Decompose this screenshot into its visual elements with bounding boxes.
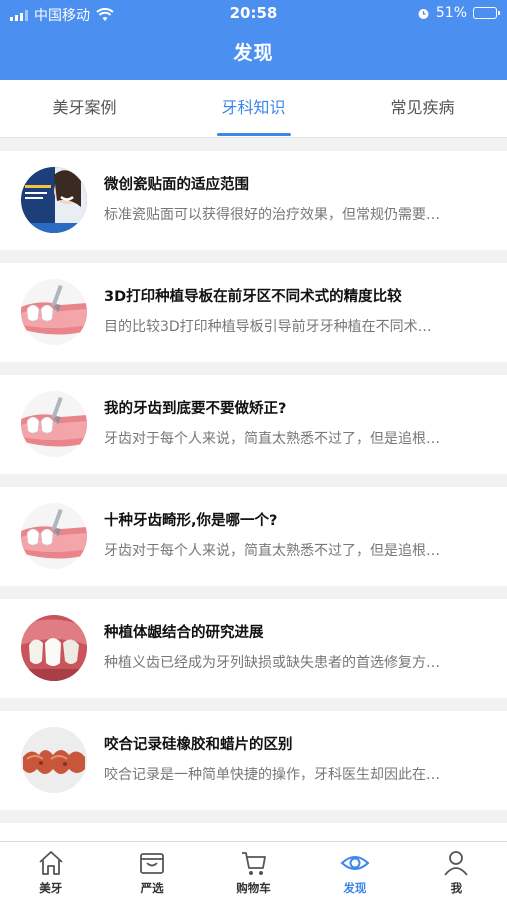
- article-summary: 标准瓷贴面可以获得很好的治疗效果，但常规仍需要…: [104, 207, 440, 223]
- battery-percent: 51%: [435, 5, 467, 21]
- tabbar-label: 美牙: [39, 881, 63, 895]
- article-title: 种植体龈结合的研究进展: [104, 625, 264, 641]
- article-card[interactable]: 种植体龈结合的研究进展 种植义齿已经成为牙列缺损或缺失患者的首选修复方…: [0, 599, 507, 698]
- active-tab-indicator: [216, 133, 291, 136]
- user-icon: [444, 851, 469, 876]
- article-title: 微创瓷贴面的适应范围: [104, 177, 249, 193]
- tabbar-label: 发现: [343, 881, 367, 895]
- cart-icon: [241, 852, 266, 875]
- app-header: 中国移动 20:58 51% 发现: [0, 0, 507, 80]
- teeth-gum-photo: [21, 615, 87, 681]
- tabbar-item-home[interactable]: 美牙: [0, 842, 101, 900]
- tabbar-item-shop[interactable]: 严选: [101, 842, 202, 900]
- bite-wax-photo: [21, 727, 87, 793]
- tabbar-label: 我: [450, 881, 463, 895]
- article-title: 十种牙齿畸形,你是哪一个?: [104, 513, 278, 529]
- tabbar-item-discover[interactable]: 发现: [304, 842, 405, 900]
- article-card[interactable]: 3D打印种植导板在前牙区不同术式的精度比较 目的比较3D打印种植导板引导前牙牙种…: [0, 263, 507, 362]
- article-card[interactable]: 我的牙齿到底要不要做矫正? 牙齿对于每个人来说，简直太熟悉不过了，但是追根…: [0, 375, 507, 474]
- tabbar-item-cart[interactable]: 购物车: [203, 842, 304, 900]
- page-title: 发现: [233, 42, 274, 64]
- status-bar: 中国移动 20:58 51%: [0, 0, 507, 28]
- home-icon: [39, 851, 63, 875]
- tab-beauty-cases[interactable]: 美牙案例: [0, 80, 169, 137]
- article-title: 我的牙齿到底要不要做矫正?: [104, 401, 287, 417]
- implant-illustration: [21, 279, 87, 345]
- implant-illustration: [21, 391, 87, 457]
- article-list: 微创瓷贴面的适应范围 标准瓷贴面可以获得很好的治疗效果，但常规仍需要… 3D打印…: [0, 138, 507, 841]
- bottom-tab-bar: 美牙 严选 购物车 发现 我: [0, 841, 507, 900]
- tabbar-label: 购物车: [236, 881, 271, 895]
- implant-illustration: [21, 503, 87, 569]
- smile-ad-image: [21, 167, 87, 233]
- article-title: 咬合记录硅橡胶和蜡片的区别: [104, 737, 293, 753]
- article-summary: 牙齿对于每个人来说，简直太熟悉不过了，但是追根…: [104, 543, 440, 559]
- article-summary: 咬合记录是一种简单快捷的操作，牙科医生却因此在…: [104, 767, 440, 783]
- tab-common-diseases[interactable]: 常见疾病: [338, 80, 507, 137]
- tabbar-label: 严选: [140, 881, 164, 895]
- article-summary: 种植义齿已经成为牙列缺损或缺失患者的首选修复方…: [104, 655, 440, 671]
- alarm-icon: [418, 8, 429, 19]
- tab-label: 常见疾病: [390, 98, 455, 117]
- article-card[interactable]: 十种牙齿畸形,你是哪一个? 牙齿对于每个人来说，简直太熟悉不过了，但是追根…: [0, 487, 507, 586]
- battery-icon: [473, 7, 500, 19]
- article-card-partial[interactable]: [0, 823, 507, 841]
- shop-icon: [140, 853, 165, 874]
- tabbar-item-me[interactable]: 我: [406, 842, 507, 900]
- eye-icon: [340, 856, 370, 870]
- category-tabs: 美牙案例 牙科知识 常见疾病: [0, 80, 507, 138]
- article-title: 3D打印种植导板在前牙区不同术式的精度比较: [104, 289, 402, 305]
- tab-dental-knowledge[interactable]: 牙科知识: [169, 80, 338, 137]
- tab-label: 牙科知识: [221, 98, 286, 117]
- article-summary: 牙齿对于每个人来说，简直太熟悉不过了，但是追根…: [104, 431, 440, 447]
- article-card[interactable]: 微创瓷贴面的适应范围 标准瓷贴面可以获得很好的治疗效果，但常规仍需要…: [0, 151, 507, 250]
- tab-label: 美牙案例: [52, 98, 117, 117]
- article-card[interactable]: 咬合记录硅橡胶和蜡片的区别 咬合记录是一种简单快捷的操作，牙科医生却因此在…: [0, 711, 507, 810]
- article-summary: 目的比较3D打印种植导板引导前牙牙种植在不同术…: [104, 319, 432, 335]
